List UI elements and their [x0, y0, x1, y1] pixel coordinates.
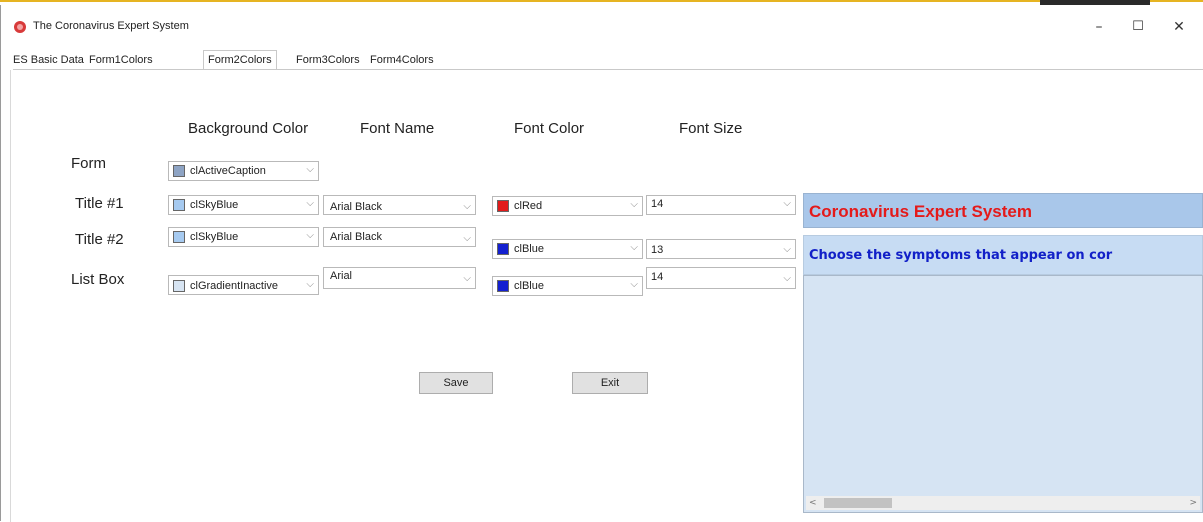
preview-area: Coronavirus Expert System Choose the sym… — [803, 193, 1203, 513]
color-swatch — [497, 280, 509, 292]
color-swatch — [173, 231, 185, 243]
chevron-down-icon: ⌵ — [463, 201, 471, 212]
title1-font-name-select[interactable]: Arial Black ⌵ — [323, 195, 476, 215]
chevron-down-icon: ⌵ — [463, 233, 471, 244]
preview-subtitle-panel: Choose the symptoms that appear on cor — [803, 235, 1203, 275]
close-button[interactable]: ✕ — [1157, 13, 1201, 41]
chevron-down-icon: ⌵ — [783, 244, 791, 255]
preview-title-text: Coronavirus Expert System — [809, 202, 1032, 221]
chevron-down-icon: ⌵ — [306, 164, 314, 175]
chevron-down-icon: ⌵ — [630, 279, 638, 290]
row-label-title-1: Title #1 — [75, 195, 124, 212]
title1-background-color-select[interactable]: clSkyBlue ⌵ — [168, 195, 319, 215]
scroll-left-icon[interactable]: < — [809, 496, 817, 510]
row-label-form: Form — [71, 155, 106, 172]
form-background-color-select[interactable]: clActiveCaption ⌵ — [168, 161, 319, 181]
selected-value: clBlue — [514, 280, 544, 292]
selected-value: Arial Black — [330, 201, 382, 213]
color-swatch — [173, 165, 185, 177]
minimize-button[interactable]: – — [1077, 13, 1121, 41]
app-icon — [14, 21, 26, 33]
listbox-font-color-select[interactable]: clBlue ⌵ — [492, 276, 643, 296]
selected-value: clGradientInactive — [190, 280, 279, 292]
preview-subtitle-text: Choose the symptoms that appear on cor — [809, 248, 1113, 263]
color-swatch — [173, 280, 185, 292]
title-bar[interactable]: The Coronavirus Expert System – ☐ ✕ — [1, 5, 1203, 43]
tab-form4colors[interactable]: Form4Colors — [370, 52, 434, 69]
preview-title-panel: Coronavirus Expert System — [803, 193, 1203, 228]
color-swatch — [497, 243, 509, 255]
listbox-background-color-select[interactable]: clGradientInactive ⌵ — [168, 275, 319, 295]
app-window: The Coronavirus Expert System – ☐ ✕ ES B… — [0, 5, 1203, 522]
selected-value: clActiveCaption — [190, 165, 266, 177]
tab-form2colors[interactable]: Form2Colors — [203, 50, 277, 70]
window-title: The Coronavirus Expert System — [33, 20, 189, 32]
column-header-font-name: Font Name — [360, 120, 435, 137]
desktop-accent-line — [0, 0, 1203, 2]
chevron-down-icon: ⌵ — [783, 273, 791, 284]
title2-font-size-select[interactable]: 13 ⌵ — [646, 239, 796, 259]
selected-value: 14 — [651, 271, 664, 283]
chevron-down-icon: ⌵ — [630, 242, 638, 253]
save-button[interactable]: Save — [419, 372, 493, 394]
chevron-down-icon: ⌵ — [306, 198, 314, 209]
title1-font-size-select[interactable]: 14 ⌵ — [646, 195, 796, 215]
selected-value: clSkyBlue — [190, 199, 239, 211]
color-swatch — [173, 199, 185, 211]
chevron-down-icon: ⌵ — [463, 273, 471, 284]
maximize-button[interactable]: ☐ — [1116, 13, 1160, 41]
tab-es-basic-data[interactable]: ES Basic Data — [13, 52, 84, 69]
title2-background-color-select[interactable]: clSkyBlue ⌵ — [168, 227, 319, 247]
color-swatch — [497, 200, 509, 212]
exit-button[interactable]: Exit — [572, 372, 648, 394]
listbox-font-name-select[interactable]: Arial ⌵ — [323, 267, 476, 289]
row-label-list-box: List Box — [71, 271, 125, 288]
listbox-font-size-select[interactable]: 14 ⌵ — [646, 267, 796, 289]
chevron-down-icon: ⌵ — [306, 279, 314, 290]
tab-form1colors[interactable]: Form1Colors — [89, 52, 153, 69]
row-label-title-2: Title #2 — [75, 231, 124, 248]
selected-value: Arial Black — [330, 231, 382, 243]
tab-form3colors[interactable]: Form3Colors — [296, 52, 360, 69]
selected-value: clRed — [514, 200, 543, 212]
selected-value: clBlue — [514, 243, 544, 255]
chevron-down-icon: ⌵ — [783, 198, 791, 209]
title2-font-color-select[interactable]: clBlue ⌵ — [492, 239, 643, 259]
title1-font-color-select[interactable]: clRed ⌵ — [492, 196, 643, 216]
preview-list-box[interactable]: < > — [803, 275, 1203, 513]
selected-value: 14 — [651, 198, 664, 210]
scrollbar-thumb[interactable] — [824, 498, 892, 508]
title2-font-name-select[interactable]: Arial Black ⌵ — [323, 227, 476, 247]
chevron-down-icon: ⌵ — [306, 230, 314, 241]
scroll-right-icon[interactable]: > — [1189, 496, 1197, 510]
selected-value: clSkyBlue — [190, 231, 239, 243]
horizontal-scrollbar[interactable]: < > — [806, 496, 1200, 510]
column-header-font-color: Font Color — [514, 120, 585, 137]
chevron-down-icon: ⌵ — [630, 199, 638, 210]
selected-value: Arial — [330, 270, 353, 282]
column-header-background-color: Background Color — [188, 120, 309, 137]
selected-value: 13 — [651, 244, 664, 256]
column-header-font-size: Font Size — [679, 120, 743, 137]
